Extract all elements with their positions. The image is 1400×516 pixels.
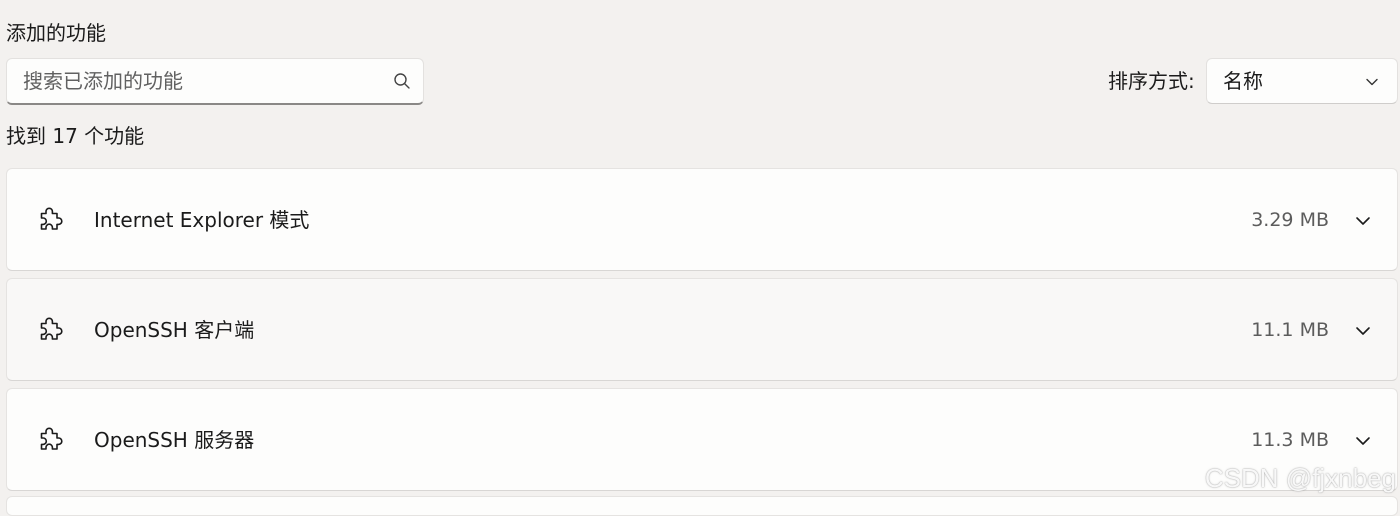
chevron-down-icon	[1366, 78, 1378, 86]
feature-item-openssh-client[interactable]: OpenSSH 客户端 11.1 MB	[6, 278, 1398, 381]
chevron-down-icon[interactable]	[1355, 323, 1371, 339]
feature-size: 11.1 MB	[1251, 319, 1329, 341]
feature-item-ie-mode[interactable]: Internet Explorer 模式 3.29 MB	[6, 168, 1398, 271]
sort-selected-value: 名称	[1223, 69, 1263, 93]
search-input[interactable]	[7, 59, 383, 103]
feature-size: 11.3 MB	[1251, 429, 1329, 451]
feature-name: OpenSSH 客户端	[94, 318, 255, 342]
sort-dropdown[interactable]: 名称	[1206, 58, 1398, 104]
feature-size: 3.29 MB	[1251, 209, 1329, 231]
feature-list: Internet Explorer 模式 3.29 MB OpenSSH 客户端…	[6, 168, 1398, 498]
section-title: 添加的功能	[6, 21, 106, 45]
watermark: CSDN @fjxnbeg	[1204, 463, 1396, 493]
puzzle-piece-icon	[40, 427, 63, 450]
result-count: 找到 17 个功能	[6, 124, 145, 148]
chevron-down-icon[interactable]	[1355, 213, 1371, 229]
feature-item-openssh-server[interactable]: OpenSSH 服务器 11.3 MB	[6, 388, 1398, 491]
puzzle-piece-icon	[40, 317, 63, 340]
search-box[interactable]	[6, 58, 424, 105]
feature-name: Internet Explorer 模式	[94, 208, 310, 232]
sort-label: 排序方式:	[1108, 69, 1195, 93]
feature-name: OpenSSH 服务器	[94, 428, 255, 452]
puzzle-piece-icon	[40, 207, 63, 230]
chevron-down-icon[interactable]	[1355, 433, 1371, 449]
feature-item-partial[interactable]	[6, 496, 1398, 516]
search-icon[interactable]	[393, 72, 411, 90]
